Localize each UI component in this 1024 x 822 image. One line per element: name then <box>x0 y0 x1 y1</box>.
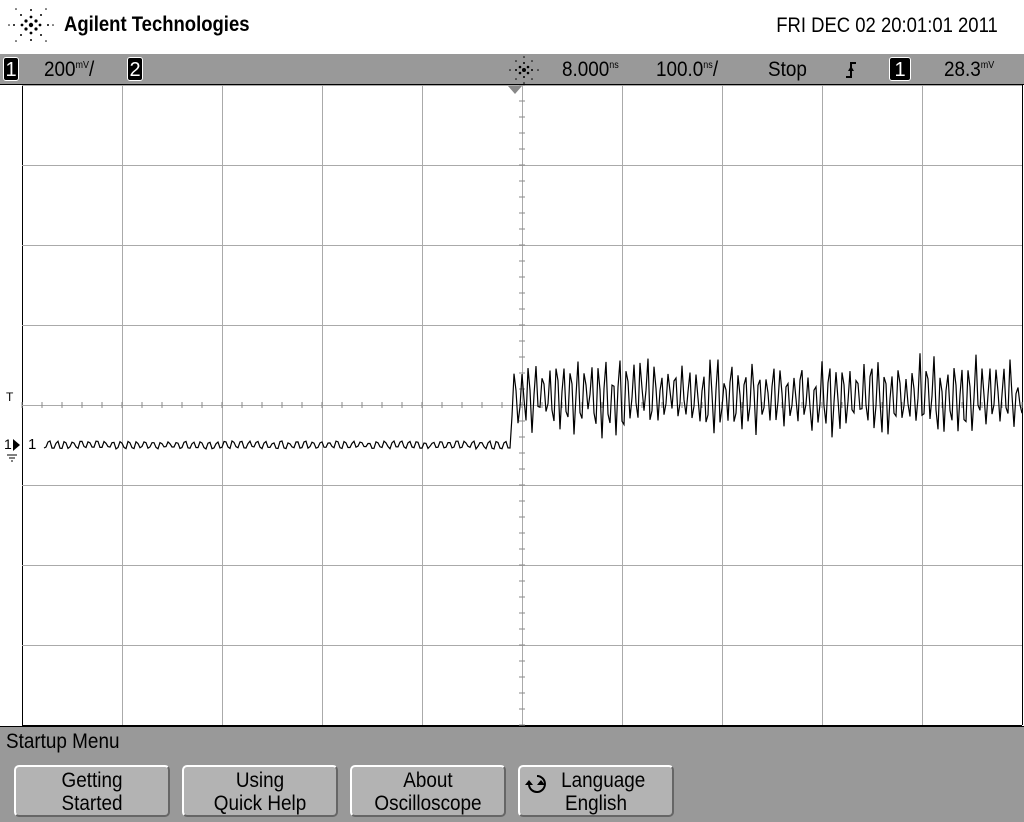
time-scale-suffix: / <box>712 58 719 81</box>
status-bar: 1 200mV/ 2 8.000ns 100.0ns/ Stop 1 28.3m… <box>0 54 1024 85</box>
trigger-level-unit: mV <box>980 60 995 71</box>
time-delay-value: 8.000 <box>562 58 610 81</box>
rising-edge-trigger-icon <box>846 62 856 78</box>
quick-help-button[interactable]: Using Quick Help <box>182 765 338 817</box>
trigger-position-marker-icon <box>508 86 522 94</box>
trigger-source-badge[interactable]: 1 <box>889 57 911 81</box>
graticule <box>21 85 1023 726</box>
button-label: Oscilloscope <box>374 792 482 815</box>
button-label: Started <box>61 792 123 815</box>
button-label: English <box>564 792 627 815</box>
channel-2-badge[interactable]: 2 <box>127 57 143 81</box>
button-label: Using <box>235 769 285 792</box>
time-delay-unit: ns <box>609 60 619 71</box>
run-state[interactable]: Stop <box>768 58 807 82</box>
menu-title: Startup Menu <box>6 730 120 753</box>
button-label: Quick Help <box>213 792 307 815</box>
startup-menu: Startup Menu Getting Started Using Quick H… <box>0 726 1024 822</box>
channel-1-scale[interactable]: 200mV/ <box>44 58 94 82</box>
channel-1-trace <box>43 353 1023 451</box>
trigger-level-value: 28.3 <box>944 58 981 81</box>
ch1-scale-value: 200 <box>44 58 76 81</box>
trigger-level[interactable]: 28.3mV <box>944 58 994 82</box>
about-oscilloscope-button[interactable]: About Oscilloscope <box>350 765 506 817</box>
getting-started-button[interactable]: Getting Started <box>14 765 170 817</box>
time-scale-value: 100.0 <box>656 58 704 81</box>
delay-icon <box>509 56 539 84</box>
waveform-display[interactable]: T 1 1 <box>0 85 1024 726</box>
button-label: Language <box>561 769 646 792</box>
time-scale-unit: ns <box>703 60 713 71</box>
trigger-level-marker: T <box>6 390 14 404</box>
ground-arrow-icon <box>13 439 20 451</box>
channel-1-ground-marker: 1 <box>4 436 12 452</box>
ground-symbol-icon <box>7 454 17 462</box>
agilent-logo-icon <box>8 8 54 42</box>
channel-1-trace-label: 1 <box>28 436 36 453</box>
brand-name: Agilent Technologies <box>64 13 250 36</box>
language-button[interactable]: Language English <box>518 765 674 817</box>
time-delay[interactable]: 8.000ns <box>562 58 619 82</box>
ch1-scale-unit: mV <box>75 60 90 71</box>
channel-1-badge[interactable]: 1 <box>3 57 19 81</box>
ch1-scale-suffix: / <box>89 58 95 81</box>
header: Agilent Technologies FRI DEC 02 20:01:01… <box>0 0 1024 54</box>
datetime: FRI DEC 02 20:01:01 2011 <box>776 14 998 37</box>
button-label: Getting <box>61 769 123 792</box>
button-label: About <box>403 769 453 792</box>
time-scale[interactable]: 100.0ns/ <box>656 58 718 82</box>
